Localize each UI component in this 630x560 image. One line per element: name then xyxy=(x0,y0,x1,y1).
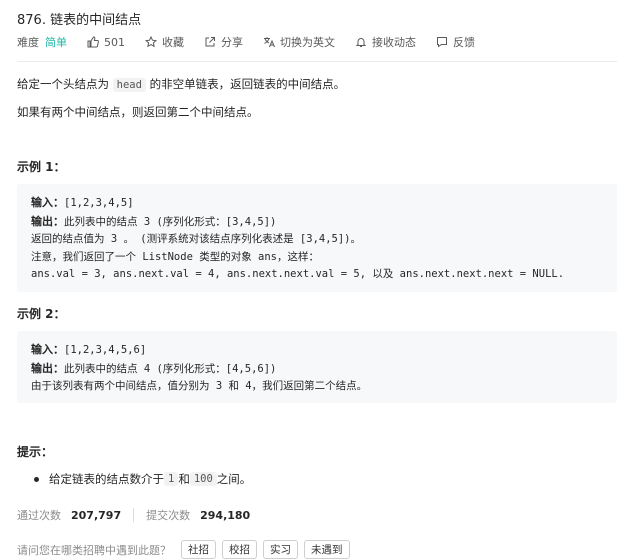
bell-icon xyxy=(355,36,367,48)
star-icon xyxy=(145,36,157,48)
hint-list-item: 给定链表的结点数介于 1 和 100 之间。 xyxy=(34,471,251,487)
example-2-output-label: 输出： xyxy=(31,361,64,375)
interview-question: 请问您在哪类招聘中遇到此题？ xyxy=(17,543,171,557)
description-paragraph-2: 如果有两个中间结点，则返回第二个中间结点。 xyxy=(17,105,259,119)
feedback-button[interactable]: 反馈 xyxy=(436,34,475,50)
stats-divider xyxy=(133,508,135,522)
difficulty-label: 难度 xyxy=(17,36,39,49)
feedback-label: 反馈 xyxy=(453,36,475,49)
accepted-label: 通过次数 xyxy=(17,509,61,522)
favorite-button[interactable]: 收藏 xyxy=(145,34,184,50)
example-1-input-label: 输入： xyxy=(31,196,64,209)
translate-icon xyxy=(263,36,275,48)
example-2-output-value: 此列表中的结点 4 (序列化形式：[4,5,6]) xyxy=(64,362,277,375)
inline-code-100: 100 xyxy=(189,472,217,486)
example-2-input-label: 输入： xyxy=(31,343,64,356)
example-1-heading: 示例 1： xyxy=(17,160,66,174)
example-1-line-5: ans.val = 3, ans.next.val = 4, ans.next.… xyxy=(31,268,565,280)
like-button[interactable]: 501 xyxy=(87,36,125,49)
problem-meta-bar: 难度 简单 501 收藏 分享 切换为英文 接收动态 反馈 xyxy=(17,34,495,50)
feedback-icon xyxy=(436,36,448,48)
share-label: 分享 xyxy=(221,36,243,49)
thumbs-up-icon xyxy=(87,36,99,48)
submitted-label: 提交次数 xyxy=(146,509,191,522)
accepted-value: 207,797 xyxy=(71,508,122,522)
example-1-output-label: 输出： xyxy=(31,214,64,228)
switch-language-button[interactable]: 切换为英文 xyxy=(263,34,335,50)
favorite-label: 收藏 xyxy=(162,36,184,49)
tag-campus-recruit[interactable]: 校招 xyxy=(222,540,257,559)
subscribe-label: 接收动态 xyxy=(372,36,416,49)
example-2-line-3: 由于该列表有两个中间结点，值分别为 3 和 4，我们返回第二个结点。 xyxy=(31,380,368,392)
example-1-output-value: 此列表中的结点 3 (序列化形式：[3,4,5]) xyxy=(64,215,277,228)
example-2-heading: 示例 2： xyxy=(17,307,66,321)
interview-survey: 请问您在哪类招聘中遇到此题？ 社招 校招 实习 未遇到 xyxy=(17,540,356,559)
description-paragraph-1: 给定一个头结点为 head 的非空单链表，返回链表的中间结点。 xyxy=(17,77,346,92)
tag-not-encountered[interactable]: 未遇到 xyxy=(304,540,350,559)
example-2-input-value: [1,2,3,4,5,6] xyxy=(64,344,147,356)
share-icon xyxy=(204,36,216,48)
submission-stats: 通过次数 207,797 提交次数 294,180 xyxy=(17,507,250,523)
example-1-block: 输入：[1,2,3,4,5] 输出：此列表中的结点 3 (序列化形式：[3,4,… xyxy=(17,184,617,292)
bullet-dot xyxy=(34,476,39,482)
switch-language-label: 切换为英文 xyxy=(280,36,335,49)
example-1-line-4: 注意，我们返回了一个 ListNode 类型的对象 ans，这样： xyxy=(31,250,320,263)
tag-internship[interactable]: 实习 xyxy=(263,540,298,559)
subscribe-button[interactable]: 接收动态 xyxy=(355,34,416,50)
example-2-block: 输入：[1,2,3,4,5,6] 输出：此列表中的结点 4 (序列化形式：[4,… xyxy=(17,331,617,403)
problem-title: 876. 链表的中间结点 xyxy=(17,13,142,28)
share-button[interactable]: 分享 xyxy=(204,34,243,50)
inline-code-head: head xyxy=(112,78,146,92)
submitted-value: 294,180 xyxy=(200,508,251,522)
tag-social-recruit[interactable]: 社招 xyxy=(181,540,216,559)
example-1-input-value: [1,2,3,4,5] xyxy=(64,197,134,209)
like-count: 501 xyxy=(104,35,125,49)
header-divider xyxy=(17,61,617,62)
inline-code-1: 1 xyxy=(164,472,179,486)
hints-heading: 提示： xyxy=(17,445,54,459)
difficulty-badge: 简单 xyxy=(45,36,67,49)
example-1-line-3: 返回的结点值为 3 。 (测评系统对该结点序列化表述是 [3,4,5])。 xyxy=(31,233,362,245)
